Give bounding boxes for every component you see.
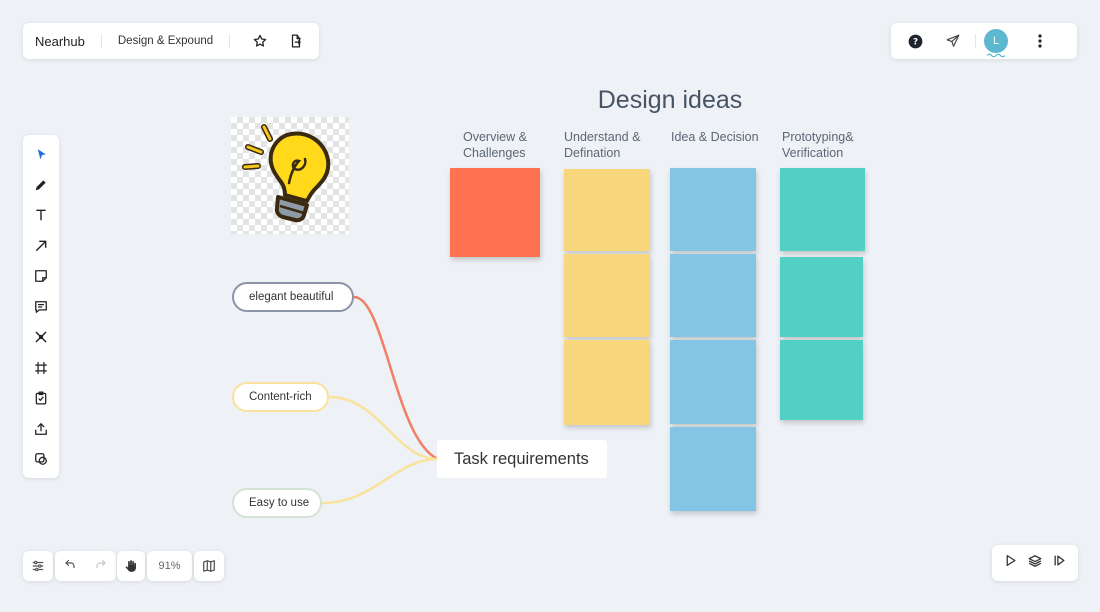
- mindmap-node-easy-to-use[interactable]: Easy to use: [232, 488, 322, 518]
- mindmap-root-label: Task requirements: [454, 449, 589, 468]
- mindmap-root-node[interactable]: Task requirements: [437, 440, 607, 478]
- mindmap-node-elegant[interactable]: elegant beautiful: [232, 282, 354, 312]
- mindmap-connectors: [321, 295, 439, 505]
- mindmap-node-content-rich[interactable]: Content-rich: [232, 382, 329, 412]
- mindmap-node-label: Easy to use: [249, 497, 310, 509]
- mindmap-node-label: elegant beautiful: [249, 291, 334, 303]
- mindmap-node-label: Content-rich: [249, 391, 312, 403]
